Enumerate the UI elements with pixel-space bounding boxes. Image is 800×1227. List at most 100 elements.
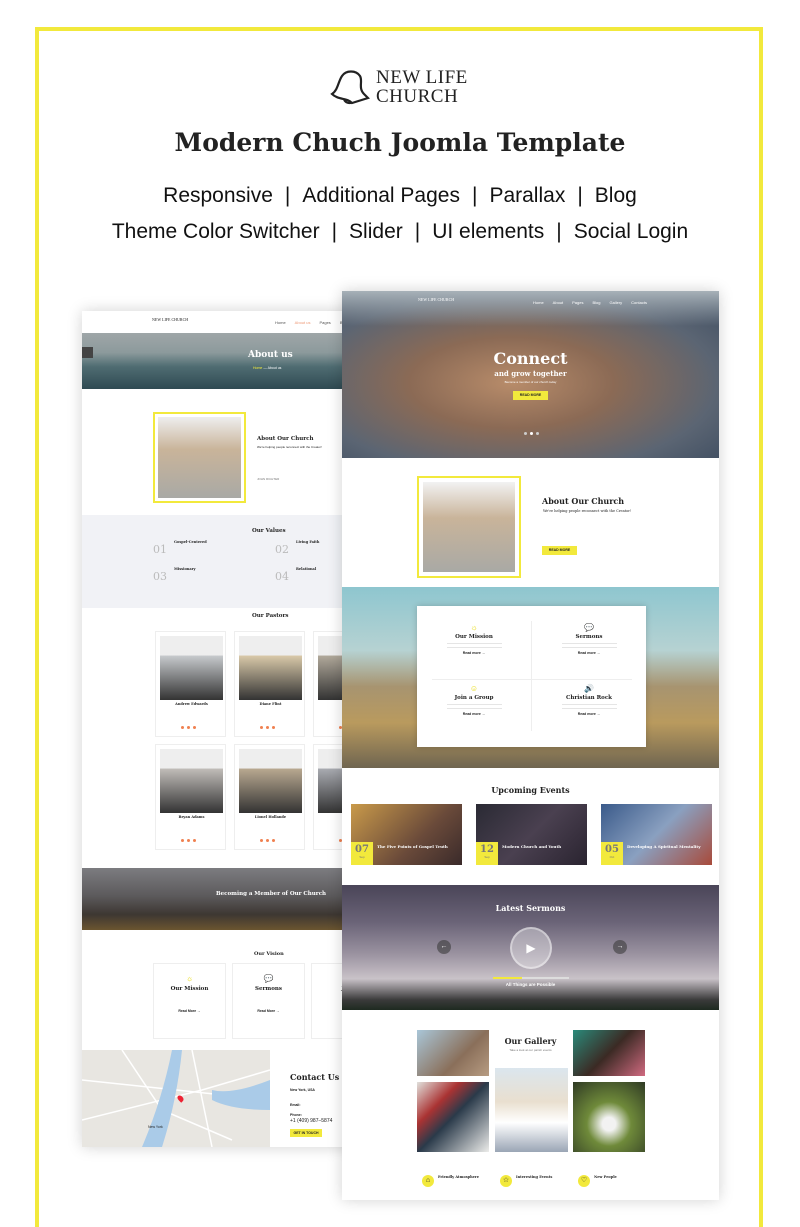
about-title: About Our Church	[542, 496, 625, 506]
service-item[interactable]: 💬 Sermons Read more →	[532, 623, 646, 655]
map[interactable]: New York	[82, 1050, 270, 1147]
member-title: Becoming a Member of Our Church	[216, 891, 327, 897]
value-number: 03	[153, 570, 167, 583]
pastor-card[interactable]: Diane Flint	[234, 631, 305, 737]
nav-pages[interactable]: Pages	[572, 300, 583, 305]
map-label: New York	[148, 1125, 163, 1129]
chat-bubble-icon: 💬	[584, 623, 594, 632]
breadcrumb-home[interactable]: Home	[253, 366, 262, 370]
separator: |	[556, 220, 562, 243]
about-hero-banner: About us Home — About us	[82, 333, 382, 389]
prev-arrow-icon[interactable]: ←	[437, 940, 451, 954]
social-icon[interactable]	[181, 726, 184, 729]
feature-label: Theme Color Switcher	[111, 220, 320, 243]
service-item[interactable]: 🔊 Christian Rock Read more →	[532, 684, 646, 716]
event-title[interactable]: The Five Points of Gospel Truth	[377, 844, 448, 849]
slider-dots[interactable]	[524, 432, 539, 435]
hero-read-more-button[interactable]: READ MORE	[513, 391, 548, 400]
nav-contacts[interactable]: Contacts	[631, 300, 647, 305]
gallery-image[interactable]	[495, 1068, 568, 1152]
pastor-card[interactable]: Andrew Edwards	[155, 631, 226, 737]
value-title: Relational	[296, 567, 317, 571]
social-icon[interactable]	[266, 839, 269, 842]
about-read-more-button[interactable]: READ MORE	[542, 546, 577, 555]
house-icon: ⌂	[422, 1175, 434, 1187]
read-more-link[interactable]: Read more →	[417, 651, 531, 655]
event-title[interactable]: Developing A Spiritual Mentality	[627, 844, 701, 849]
read-more-link[interactable]: Read more →	[417, 712, 531, 716]
play-icon[interactable]: ▶	[510, 927, 552, 969]
nav-home[interactable]: Home	[533, 300, 544, 305]
services-card: ☼ Our Mission Read more → 💬 Sermons Read more…	[417, 606, 646, 747]
social-icon[interactable]	[193, 726, 196, 729]
read-more-link[interactable]: Read more →	[532, 712, 646, 716]
nav-gallery[interactable]: Gallery	[609, 300, 622, 305]
social-icon[interactable]	[260, 726, 263, 729]
pastor-name: Diane Flint	[259, 702, 282, 706]
about-page-mockup: NEW LIFE CHURCH HomeAbout usPagesBlog Ab…	[82, 311, 382, 1147]
about-photo	[158, 417, 241, 498]
get-in-touch-button[interactable]: GET IN TOUCH	[290, 1129, 322, 1137]
sermons-title: Latest Sermons	[495, 903, 566, 913]
service-item[interactable]: ☺ Join a Group Read more →	[417, 684, 531, 716]
gallery-image[interactable]	[573, 1082, 645, 1152]
vision-card[interactable]: ☼ Our Mission Read More →	[153, 963, 226, 1039]
mock-nav: HomeAbout usPagesBlog	[275, 320, 348, 325]
sun-icon: ☼	[185, 974, 194, 983]
about-photo-frame	[417, 476, 521, 578]
value-title: Living Faith	[296, 540, 320, 544]
event-month: Sep	[359, 855, 365, 859]
map-roads	[82, 1050, 270, 1147]
edit-icon[interactable]	[82, 347, 93, 358]
pastor-photo	[239, 749, 302, 813]
vision-card-title: Sermons	[255, 986, 282, 992]
gallery-image[interactable]	[417, 1030, 489, 1076]
social-icon[interactable]	[181, 839, 184, 842]
feature-title: New People	[594, 1175, 617, 1179]
event-day: 12	[480, 844, 494, 855]
nav-home[interactable]: Home	[275, 320, 286, 325]
separator: |	[414, 220, 421, 243]
read-more-link[interactable]: Read More →	[154, 1009, 225, 1013]
social-icon[interactable]	[272, 726, 275, 729]
next-arrow-icon[interactable]: →	[613, 940, 627, 954]
vision-card[interactable]: 💬 Sermons Read More →	[232, 963, 305, 1039]
social-icon[interactable]	[260, 839, 263, 842]
social-icon[interactable]	[187, 839, 190, 842]
nav-about[interactable]: About us	[295, 320, 311, 325]
brand-line1: NEW LIFE	[376, 67, 468, 88]
social-icon[interactable]	[272, 839, 275, 842]
mock-nav: Home About Pages Blog Gallery Contacts	[533, 300, 647, 305]
service-item[interactable]: ☼ Our Mission Read more →	[417, 623, 531, 655]
separator: |	[284, 184, 291, 207]
mock-logo: NEW LIFE CHURCH	[418, 297, 455, 302]
read-more-link[interactable]: Read more →	[532, 651, 646, 655]
gallery-image[interactable]	[417, 1082, 489, 1152]
read-more-link[interactable]: Read More →	[233, 1009, 304, 1013]
gallery-image[interactable]	[573, 1030, 645, 1076]
nav-about[interactable]: About	[553, 300, 563, 305]
about-photo	[423, 482, 515, 572]
event-card[interactable]: 05 Oct Developing A Spiritual Mentality	[601, 804, 712, 865]
about-photo-frame	[153, 412, 246, 503]
sermon-progress-bar[interactable]	[493, 977, 569, 979]
pastor-card[interactable]: Lionel Hollande	[234, 744, 305, 850]
bell-icon	[330, 70, 370, 105]
event-card[interactable]: 07 Sep The Five Points of Gospel Truth	[351, 804, 462, 865]
star-icon: ☆	[500, 1175, 512, 1187]
pastor-photo	[239, 636, 302, 700]
event-day: 07	[355, 844, 369, 855]
breadcrumb-current: About us	[267, 366, 282, 370]
event-card[interactable]: 12 Sep Modern Church and Youth	[476, 804, 587, 865]
sermon-progress-fill	[493, 977, 522, 979]
social-icon[interactable]	[187, 726, 190, 729]
pastor-card[interactable]: Bryan Adams	[155, 744, 226, 850]
value-title: Missionary	[174, 567, 196, 571]
nav-blog[interactable]: Blog	[592, 300, 600, 305]
about-subtitle: We're helping people reconnect with the …	[543, 509, 632, 513]
social-icon[interactable]	[266, 726, 269, 729]
event-title[interactable]: Modern Church and Youth	[502, 844, 561, 849]
pastor-name: Bryan Adams	[178, 815, 205, 819]
social-icon[interactable]	[193, 839, 196, 842]
nav-pages[interactable]: Pages	[319, 320, 330, 325]
